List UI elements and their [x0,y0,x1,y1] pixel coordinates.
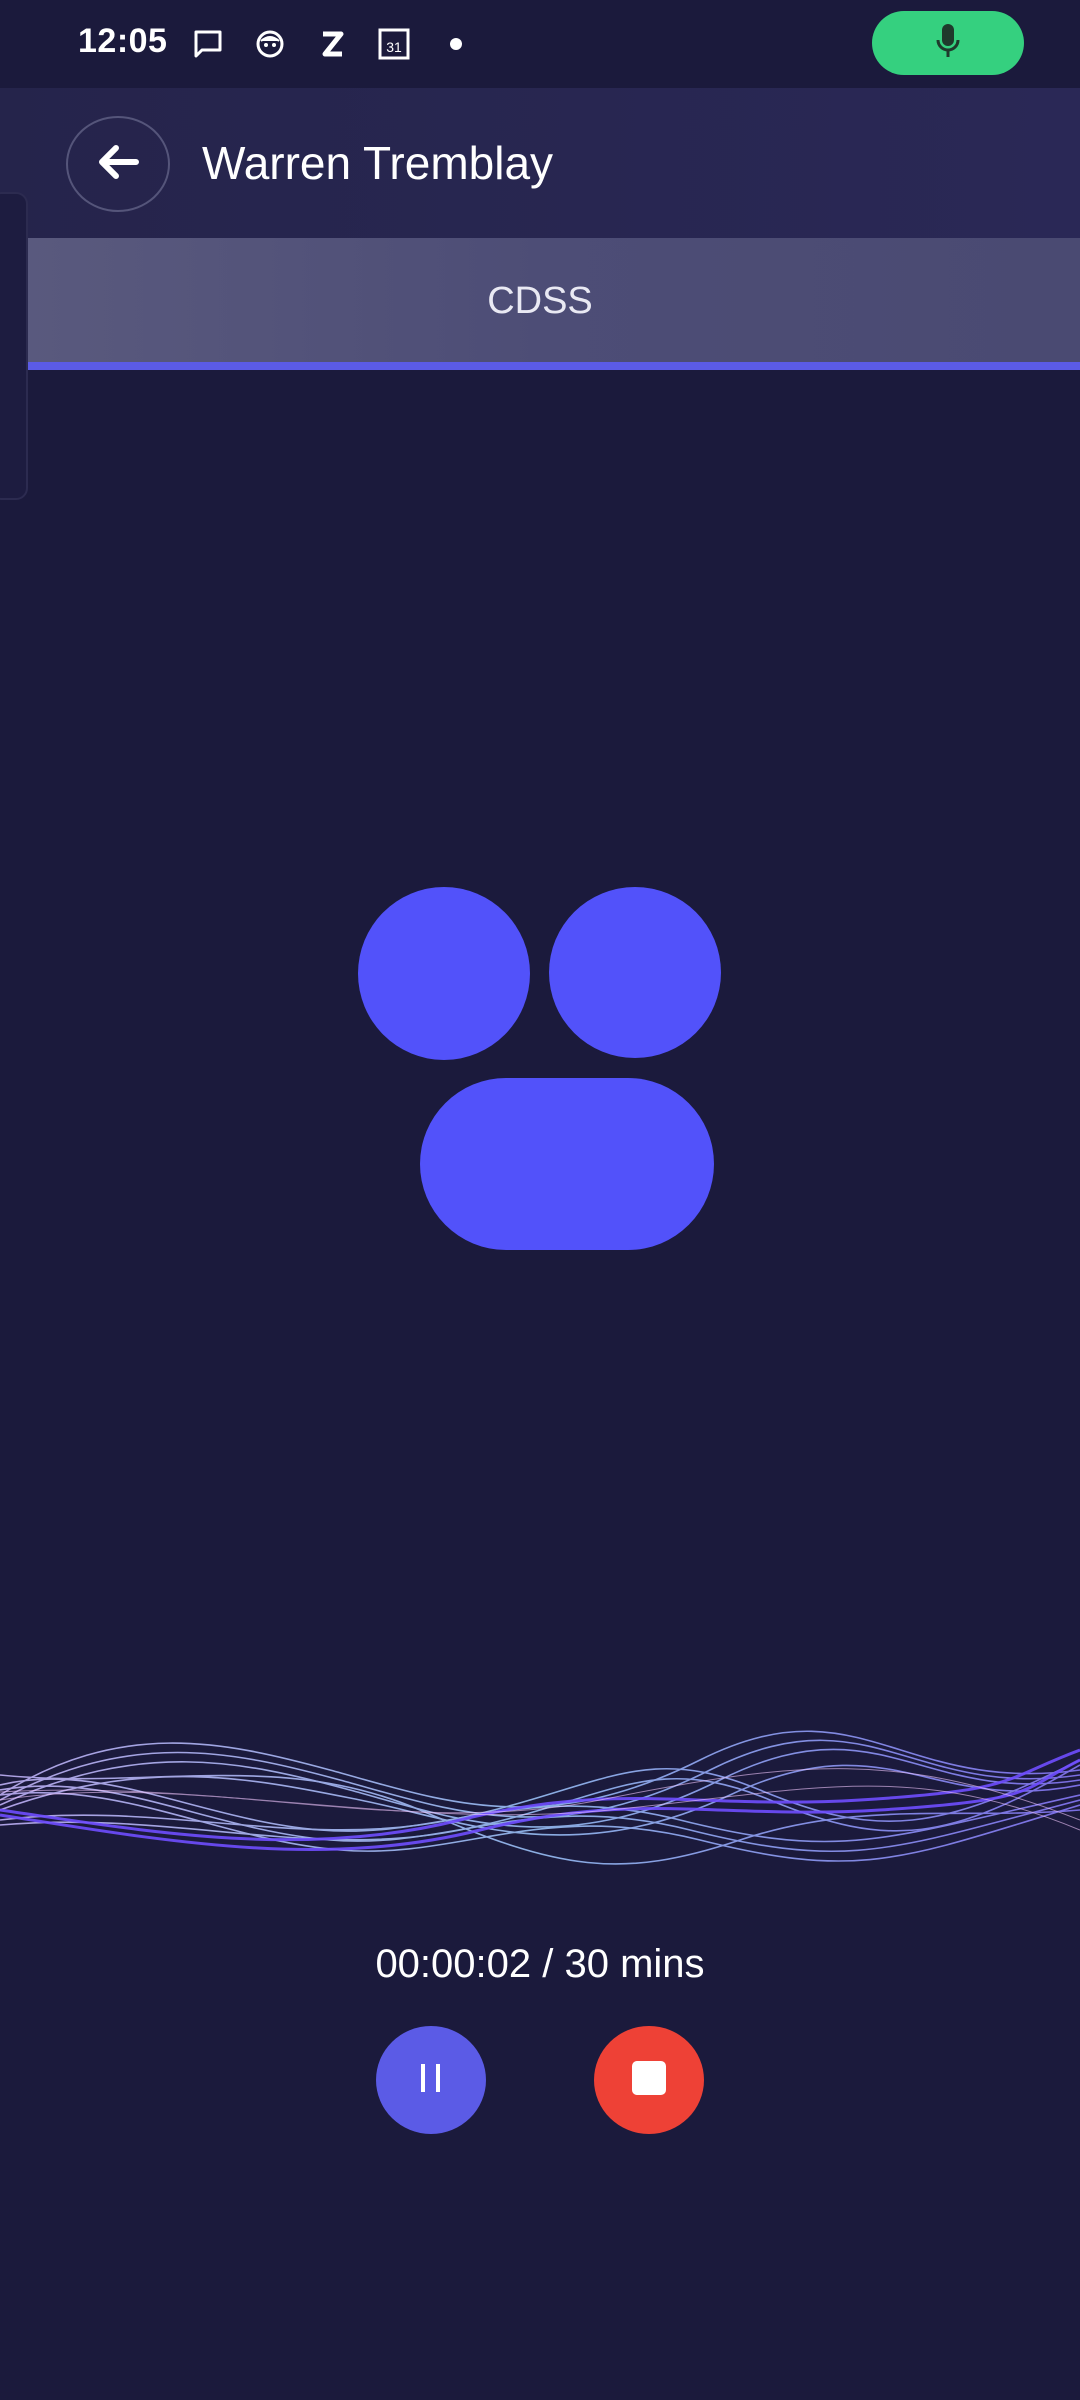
dot-icon [436,24,476,64]
audio-waveform [0,1730,1080,1865]
pause-icon [416,2061,446,2100]
stop-icon [631,2060,667,2101]
status-bar: 12:05 31 [0,0,1080,88]
logo-left-circle [358,887,530,1060]
z-icon [312,24,352,64]
stop-button[interactable] [594,2026,704,2134]
page-title: Warren Tremblay [202,137,554,189]
tab-indicator [0,362,1080,370]
logo-right-circle [549,887,721,1058]
logo-bottom-pill [420,1078,714,1250]
back-button[interactable] [66,116,170,212]
pause-button[interactable] [376,2026,486,2134]
recording-timer: 00:00:02 / 30 mins [375,1942,705,1986]
mic-icon [935,22,961,65]
side-drawer-handle[interactable] [0,192,28,500]
face-icon [250,24,290,64]
status-time: 12:05 [78,22,168,60]
tab-cdss[interactable]: CDSS [0,280,1080,323]
mic-active-indicator[interactable] [872,11,1024,75]
app-header: Warren Tremblay [0,88,1080,238]
message-icon [188,24,228,64]
tab-bar: CDSS [0,238,1080,362]
arrow-left-icon [96,142,140,187]
notification-icons: 31 [188,24,476,64]
svg-text:31: 31 [386,39,402,55]
calendar-icon: 31 [374,24,414,64]
